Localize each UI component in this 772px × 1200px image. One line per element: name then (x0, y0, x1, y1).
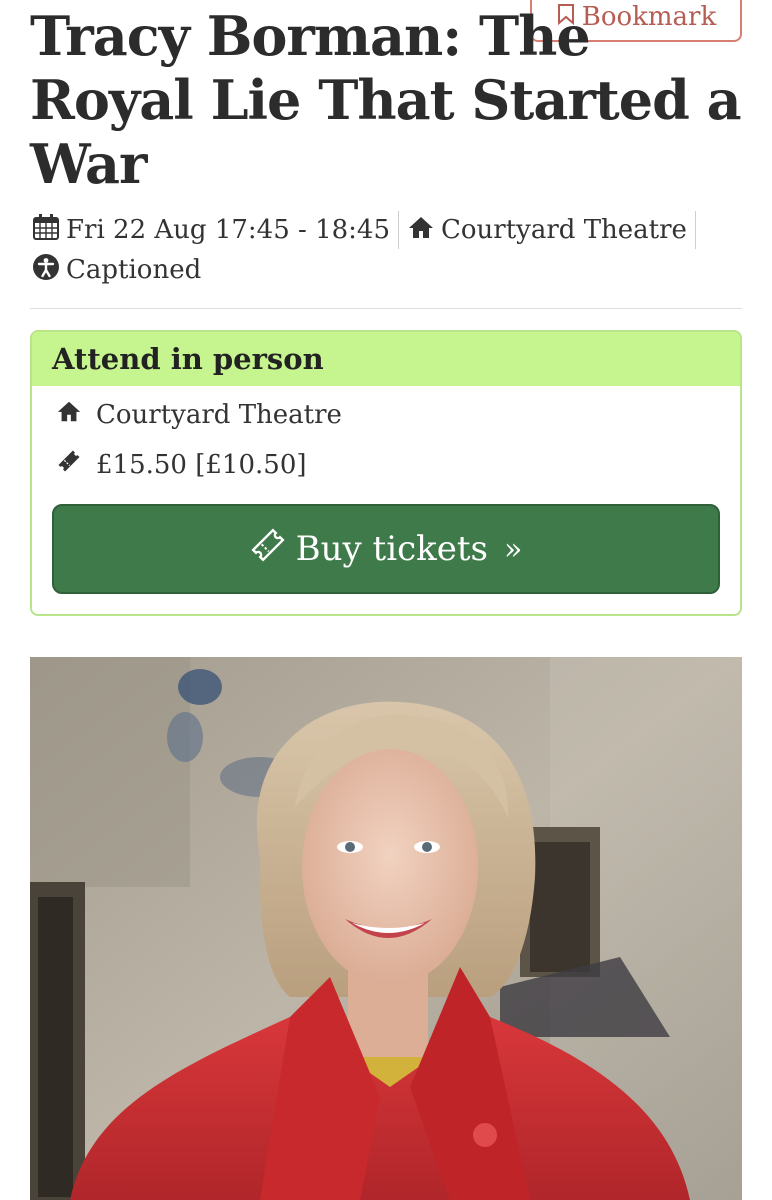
meta-divider (398, 211, 399, 249)
event-venue-text: Courtyard Theatre (441, 215, 687, 245)
accessibility-icon (32, 253, 60, 288)
double-chevron-right-icon: » (503, 531, 523, 567)
calendar-icon (32, 213, 60, 248)
event-title: Tracy Borman: The Royal Lie That Started… (30, 4, 742, 196)
home-icon (56, 398, 82, 431)
buy-tickets-label: Buy tickets (295, 529, 488, 569)
event-page: Bookmark Tracy Borman: The Royal Lie Tha… (0, 0, 772, 1200)
ticket-icon (56, 448, 82, 481)
attend-in-person-card: Attend in person Courtyard Theatre £15.5… (30, 330, 742, 616)
ticket-icon (250, 527, 286, 572)
event-date-text: Fri 22 Aug 17:45 - 18:45 (66, 215, 390, 245)
meta-divider (694, 211, 696, 249)
attend-heading: Attend in person (32, 332, 740, 386)
attend-price: £15.50 [£10.50] (56, 448, 307, 481)
event-date: Fri 22 Aug 17:45 - 18:45 (32, 213, 390, 248)
attend-venue: Courtyard Theatre (56, 398, 342, 431)
attend-venue-text: Courtyard Theatre (96, 399, 342, 430)
buy-tickets-button[interactable]: Buy tickets » (52, 504, 720, 594)
section-divider (30, 308, 742, 309)
event-access: Captioned (32, 250, 201, 290)
event-access-text: Captioned (66, 255, 202, 285)
speaker-photo (30, 657, 742, 1200)
home-icon (407, 213, 435, 248)
event-venue: Courtyard Theatre (407, 213, 687, 248)
attend-price-text: £15.50 [£10.50] (96, 449, 307, 480)
event-access-item: Captioned (32, 253, 201, 288)
event-meta: Fri 22 Aug 17:45 - 18:45 Courtyard Theat… (32, 210, 704, 250)
